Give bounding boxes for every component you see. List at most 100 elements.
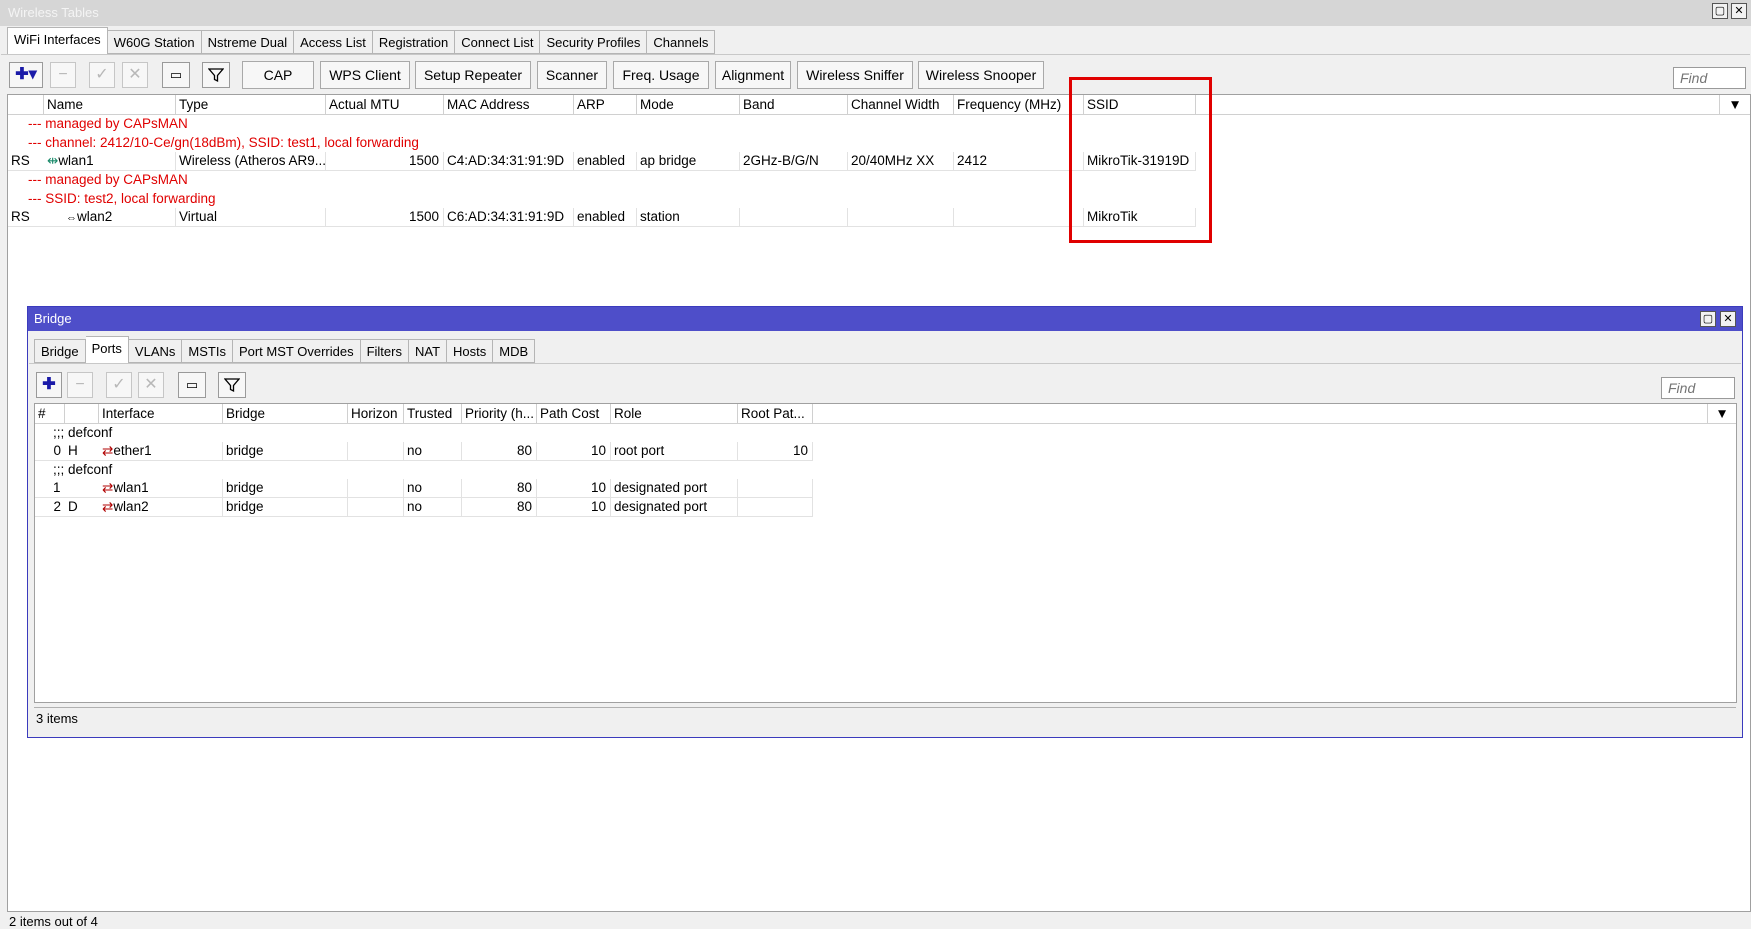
freq-usage-button[interactable]: Freq. Usage xyxy=(613,61,709,89)
setup-repeater-button[interactable]: Setup Repeater xyxy=(415,61,531,89)
column-menu-icon[interactable]: ▼ xyxy=(1708,404,1736,424)
row-channel-width: 20/40MHz XX xyxy=(848,152,954,170)
add-icon[interactable]: ✚▾ xyxy=(9,62,43,88)
col-flags[interactable] xyxy=(8,95,44,115)
col-bridge[interactable]: Bridge xyxy=(223,404,348,424)
row-root-path-cost: 10 xyxy=(738,442,813,460)
row-horizon xyxy=(348,498,404,516)
row-flag: H xyxy=(68,443,78,458)
tab-access-list[interactable]: Access List xyxy=(294,30,373,54)
comment-icon[interactable]: ▭ xyxy=(162,62,190,88)
bridge-tabs: Bridge Ports VLANs MSTIs Port MST Overri… xyxy=(34,336,536,363)
table-row[interactable]: 2 D ⇄wlan2 bridge no 80 10 designated po… xyxy=(35,498,813,517)
row-horizon xyxy=(348,442,404,460)
col-path-cost[interactable]: Path Cost xyxy=(537,404,611,424)
col-channel-width[interactable]: Channel Width xyxy=(848,95,954,115)
disable-x-icon[interactable]: ✕ xyxy=(122,62,148,88)
col-filler xyxy=(1196,95,1720,115)
add-icon[interactable]: ✚ xyxy=(36,372,62,398)
ethernet-port-icon: ⇄ xyxy=(102,480,114,495)
wireless-interface-icon: ⇹ xyxy=(47,153,59,168)
filter-icon[interactable] xyxy=(202,62,230,88)
close-icon[interactable]: ✕ xyxy=(1731,3,1747,19)
comment-icon[interactable]: ▭ xyxy=(178,372,206,398)
tab-nstreme-dual[interactable]: Nstreme Dual xyxy=(201,30,295,54)
tab-nat[interactable]: NAT xyxy=(408,339,448,363)
maximize-icon[interactable]: ▢ xyxy=(1712,3,1728,19)
col-mac-address[interactable]: MAC Address xyxy=(444,95,574,115)
row-root-path-cost xyxy=(738,479,813,497)
maximize-icon[interactable]: ▢ xyxy=(1700,311,1716,327)
table-row[interactable]: 1 ⇄wlan1 bridge no 80 10 designated port xyxy=(35,479,813,498)
tab-filters[interactable]: Filters xyxy=(360,339,409,363)
tab-ports[interactable]: Ports xyxy=(85,336,129,363)
row-trusted: no xyxy=(404,479,462,497)
col-priority[interactable]: Priority (h... xyxy=(462,404,537,424)
table-row[interactable]: 0 H ⇄ether1 bridge no 80 10 root port 10 xyxy=(35,442,813,461)
bridge-window: Bridge ▢ ✕ Bridge Ports VLANs MSTIs Port… xyxy=(27,306,1743,738)
row-trusted: no xyxy=(404,442,462,460)
find-input[interactable] xyxy=(1661,377,1735,399)
wireless-snooper-button[interactable]: Wireless Snooper xyxy=(918,61,1044,89)
col-band[interactable]: Band xyxy=(740,95,848,115)
scanner-button[interactable]: Scanner xyxy=(537,61,607,89)
col-number[interactable]: # xyxy=(35,404,65,424)
tab-connect-list[interactable]: Connect List xyxy=(455,30,541,54)
row-number: 0 xyxy=(53,443,61,458)
tab-mstis[interactable]: MSTIs xyxy=(182,339,233,363)
filter-icon[interactable] xyxy=(218,372,246,398)
comment-row: --- channel: 2412/10-Ce/gn(18dBm), SSID:… xyxy=(28,135,419,150)
tab-channels[interactable]: Channels xyxy=(647,30,716,54)
tab-wifi-interfaces[interactable]: WiFi Interfaces xyxy=(7,27,108,54)
row-interface: ⇄wlan2 xyxy=(99,498,223,516)
col-name[interactable]: Name xyxy=(44,95,176,115)
tab-bridge[interactable]: Bridge xyxy=(34,339,86,363)
remove-icon[interactable]: − xyxy=(67,372,93,398)
col-root-path-cost[interactable]: Root Pat... xyxy=(738,404,813,424)
tab-port-mst-overrides[interactable]: Port MST Overrides xyxy=(232,339,361,363)
bridge-titlebar[interactable]: Bridge ▢ ✕ xyxy=(28,307,1742,331)
tab-security-profiles[interactable]: Security Profiles xyxy=(540,30,648,54)
close-icon[interactable]: ✕ xyxy=(1720,311,1736,327)
row-number: 2 xyxy=(53,499,61,514)
col-filler xyxy=(813,404,1708,424)
row-mode: station xyxy=(637,208,740,226)
col-frequency[interactable]: Frequency (MHz) xyxy=(954,95,1084,115)
alignment-button[interactable]: Alignment xyxy=(715,61,791,89)
cap-button[interactable]: CAP xyxy=(242,61,314,89)
enable-check-icon[interactable]: ✓ xyxy=(106,372,132,398)
comment-row: --- managed by CAPsMAN xyxy=(28,172,188,187)
comment-row: ;;; defconf xyxy=(53,462,113,477)
row-flag xyxy=(65,479,99,497)
disable-x-icon[interactable]: ✕ xyxy=(138,372,164,398)
tab-registration[interactable]: Registration xyxy=(372,30,456,54)
window-titlebar[interactable]: Wireless Tables ▢ ✕ xyxy=(0,0,1751,26)
row-horizon xyxy=(348,479,404,497)
find-input[interactable] xyxy=(1673,67,1746,89)
col-role[interactable]: Role xyxy=(611,404,738,424)
tab-mdb[interactable]: MDB xyxy=(493,339,536,363)
row-bridge: bridge xyxy=(223,442,348,460)
remove-icon[interactable]: − xyxy=(50,62,76,88)
col-mode[interactable]: Mode xyxy=(637,95,740,115)
table-row[interactable]: RS ⇔wlan2 Virtual 1500 C6:AD:34:31:91:9D… xyxy=(8,208,1196,227)
tab-w60g-station[interactable]: W60G Station xyxy=(107,30,202,54)
status-bar-text: 2 items out of 4 xyxy=(9,914,98,929)
tab-hosts[interactable]: Hosts xyxy=(447,339,494,363)
col-trusted[interactable]: Trusted xyxy=(404,404,462,424)
col-flag[interactable] xyxy=(65,404,99,424)
col-interface[interactable]: Interface xyxy=(99,404,223,424)
wireless-tabs: WiFi Interfaces W60G Station Nstreme Dua… xyxy=(7,27,716,54)
table-row[interactable]: RS ⇹wlan1 Wireless (Atheros AR9... 1500 … xyxy=(8,152,1196,171)
col-horizon[interactable]: Horizon xyxy=(348,404,404,424)
col-arp[interactable]: ARP xyxy=(574,95,637,115)
enable-check-icon[interactable]: ✓ xyxy=(89,62,115,88)
wireless-sniffer-button[interactable]: Wireless Sniffer xyxy=(797,61,913,89)
column-menu-icon[interactable]: ▼ xyxy=(1720,95,1750,115)
row-root-path-cost xyxy=(738,498,813,516)
col-actual-mtu[interactable]: Actual MTU xyxy=(326,95,444,115)
row-mtu: 1500 xyxy=(326,208,444,226)
wps-client-button[interactable]: WPS Client xyxy=(320,61,410,89)
col-type[interactable]: Type xyxy=(176,95,326,115)
tab-vlans[interactable]: VLANs xyxy=(128,339,183,363)
